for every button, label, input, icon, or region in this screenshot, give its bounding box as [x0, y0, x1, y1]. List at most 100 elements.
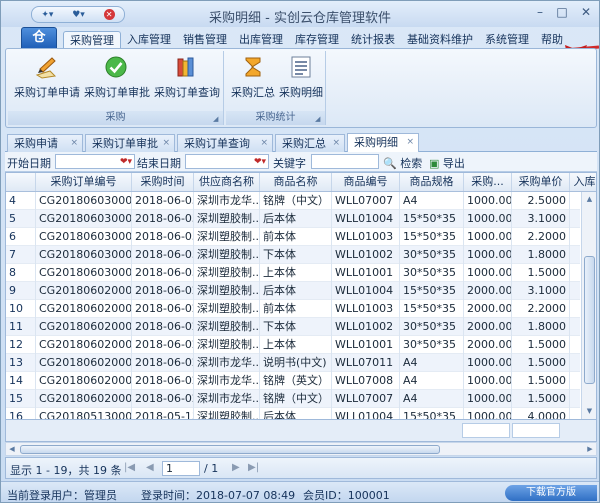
table-cell: WLL07007: [332, 390, 400, 408]
purchase-detail-button[interactable]: 采购明细: [278, 55, 324, 105]
start-date-label: 开始日期: [7, 157, 51, 170]
table-cell: 铭牌（中文）: [260, 390, 332, 408]
table-row[interactable]: 13 CG201806020001 2018-06-02 深圳市龙华... 说明书(中文…: [6, 354, 580, 372]
table-cell: 30*50*35: [400, 336, 464, 354]
export-button[interactable]: ▣ 导出: [429, 155, 465, 171]
app-menu-button[interactable]: 仓: [21, 27, 57, 49]
column-header[interactable]: 采购...: [464, 173, 512, 191]
column-header[interactable]: 商品名称: [260, 173, 332, 191]
table-cell: CG201806030001: [36, 210, 132, 228]
vertical-scrollbar[interactable]: ▲ ▼: [581, 192, 596, 419]
ribbon-tab[interactable]: 采购管理: [63, 31, 121, 49]
table-row[interactable]: 8 CG201806030001 2018-06-03 深圳塑胶制... 上本体 WLL0…: [6, 264, 580, 282]
column-header[interactable]: 采购单价: [512, 173, 570, 191]
table-cell: 1000.00: [464, 192, 512, 210]
ribbon-tab[interactable]: 销售管理: [177, 31, 233, 49]
export-icon: ▣: [429, 157, 440, 170]
close-button[interactable]: ✕: [575, 5, 597, 21]
scroll-down-icon[interactable]: ▼: [582, 404, 596, 418]
ribbon-group-purchase-stats: 采购汇总 采购明细 采购统计 ◢: [226, 51, 326, 125]
document-tab-bar: 采购申请 × 采购订单审批 × 采购订单查询 × 采购汇总 × 采购明细 ×: [5, 133, 597, 152]
table-cell: 2018-06-02: [132, 372, 194, 390]
horizontal-scrollbar[interactable]: ◀ ▶: [5, 442, 597, 456]
table-row[interactable]: 5 CG201806030001 2018-06-03 深圳塑胶制... 后本体 WLL0…: [6, 210, 580, 228]
document-tab[interactable]: 采购汇总 ×: [275, 134, 345, 152]
search-button[interactable]: 🔍 检索: [383, 155, 422, 171]
group-expand-icon[interactable]: ◢: [315, 115, 323, 123]
table-cell: WLL01004: [332, 210, 400, 228]
scroll-right-icon[interactable]: ▶: [584, 443, 596, 455]
next-page-button[interactable]: ▶: [232, 462, 240, 473]
minimize-button[interactable]: –: [529, 5, 551, 21]
ribbon-tab[interactable]: 基础资料维护: [401, 31, 479, 49]
purchase-summary-button[interactable]: 采购汇总: [230, 55, 276, 105]
table-row[interactable]: 9 CG201806020002 2018-06-02 深圳塑胶制... 后本体 WLL0…: [6, 282, 580, 300]
table-row[interactable]: 4 CG201806030002 2018-06-03 深圳市龙华... 铭牌（中文） W…: [6, 192, 580, 210]
column-header[interactable]: 采购订单编号: [36, 173, 132, 191]
document-tab[interactable]: 采购订单查询 ×: [177, 134, 273, 152]
close-tab-icon[interactable]: ×: [70, 135, 78, 152]
column-header[interactable]: 入库: [570, 173, 596, 191]
pen-paper-icon: [35, 57, 57, 79]
table-row[interactable]: 12 CG201806020002 2018-06-02 深圳塑胶制... 上本体 WLL…: [6, 336, 580, 354]
horizontal-scroll-thumb[interactable]: [20, 445, 440, 454]
group-expand-icon[interactable]: ◢: [213, 115, 221, 123]
row-index: 13: [6, 354, 36, 372]
ribbon-tab[interactable]: 库存管理: [289, 31, 345, 49]
close-tab-icon[interactable]: ×: [260, 135, 268, 152]
row-index: 4: [6, 192, 36, 210]
table-row[interactable]: 14 CG201806020001 2018-06-02 深圳市龙华... 铭牌（英文）…: [6, 372, 580, 390]
table-cell: WLL01001: [332, 336, 400, 354]
purchase-order-request-button[interactable]: 采购订单申请: [14, 55, 80, 105]
ribbon-group-label: 采购统计: [226, 111, 325, 125]
keyword-input[interactable]: [311, 154, 379, 169]
vertical-scroll-thumb[interactable]: [584, 256, 595, 384]
title-bar: ✦▾ ♥▾ ✕ 采购明细 - 实创云仓库管理软件 – □ ✕: [1, 1, 599, 27]
purchase-order-query-button[interactable]: 采购订单查询: [154, 55, 220, 105]
table-cell: CG201806020002: [36, 282, 132, 300]
prev-page-button[interactable]: ◀: [146, 462, 154, 473]
date-dropdown-icon[interactable]: ❤▾: [120, 155, 132, 169]
maximize-button[interactable]: □: [551, 5, 573, 21]
column-header[interactable]: 供应商名称: [194, 173, 260, 191]
end-date-picker[interactable]: ❤▾: [185, 154, 269, 169]
table-cell: A4: [400, 372, 464, 390]
column-header[interactable]: 采购时间: [132, 173, 194, 191]
document-tab[interactable]: 采购明细 ×: [347, 133, 419, 152]
last-page-button[interactable]: ▶|: [248, 462, 259, 473]
binoculars-icon: 🔍: [383, 157, 397, 170]
close-tab-icon[interactable]: ×: [406, 134, 414, 151]
start-date-picker[interactable]: ❤▾: [55, 154, 135, 169]
scroll-left-icon[interactable]: ◀: [6, 443, 18, 455]
close-tab-icon[interactable]: ×: [162, 135, 170, 152]
table-cell: 深圳塑胶制...: [194, 264, 260, 282]
date-dropdown-icon[interactable]: ❤▾: [254, 155, 266, 169]
column-header[interactable]: [6, 173, 36, 191]
table-cell: 1000.00: [464, 228, 512, 246]
document-tab-label: 采购订单查询: [184, 137, 250, 150]
table-row[interactable]: 11 CG201806020002 2018-06-02 深圳塑胶制... 下本体 WLL…: [6, 318, 580, 336]
table-cell: A4: [400, 354, 464, 372]
ribbon-tab[interactable]: 系统管理: [479, 31, 535, 49]
ribbon-tab[interactable]: 统计报表: [345, 31, 401, 49]
table-row[interactable]: 10 CG201806020002 2018-06-02 深圳塑胶制... 前本体 WLL…: [6, 300, 580, 318]
first-page-button[interactable]: |◀: [124, 462, 135, 473]
column-header[interactable]: 商品规格: [400, 173, 464, 191]
purchase-order-approve-button[interactable]: 采购订单审批: [84, 55, 150, 105]
table-row[interactable]: 16 CG201805130001 2018-05-13 深圳塑胶制... 后本体 WLL…: [6, 408, 580, 419]
table-row[interactable]: 7 CG201806030001 2018-06-03 深圳塑胶制... 下本体 WLL0…: [6, 246, 580, 264]
ribbon-tab[interactable]: 出库管理: [233, 31, 289, 49]
check-circle-icon: [105, 56, 127, 78]
ribbon-tab[interactable]: 入库管理: [121, 31, 177, 49]
document-tab[interactable]: 采购订单审批 ×: [85, 134, 175, 152]
scroll-up-icon[interactable]: ▲: [582, 192, 596, 206]
table-row[interactable]: 15 CG201806020001 2018-06-02 深圳市龙华... 铭牌（中文）…: [6, 390, 580, 408]
page-number-input[interactable]: 1: [162, 461, 200, 476]
table-cell: 4.0000: [512, 408, 570, 419]
column-header[interactable]: 商品编号: [332, 173, 400, 191]
document-tab[interactable]: 采购申请 ×: [7, 134, 83, 152]
close-tab-icon[interactable]: ×: [332, 135, 340, 152]
filter-bar: 开始日期 ❤▾ 结束日期 ❤▾ 关键字 🔍 检索 ▣ 导出: [5, 152, 597, 172]
sigma-icon: [245, 57, 261, 77]
table-row[interactable]: 6 CG201806030001 2018-06-03 深圳塑胶制... 前本体 WLL0…: [6, 228, 580, 246]
